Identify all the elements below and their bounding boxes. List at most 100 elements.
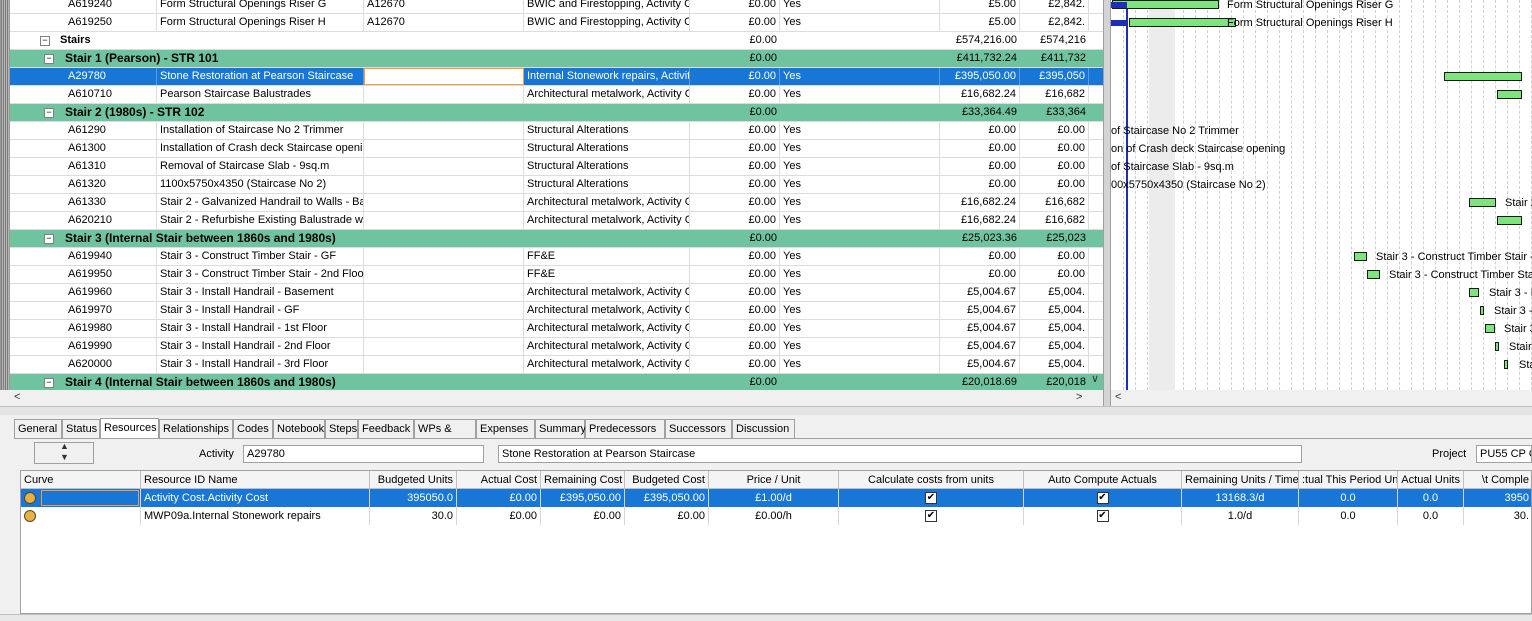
cell-c8[interactable]: £16,682	[1020, 212, 1089, 229]
cell-id[interactable]: A29780	[65, 68, 157, 85]
cell-c6[interactable]: Yes	[780, 140, 940, 157]
column-header[interactable]: Actual Cost	[457, 471, 541, 489]
cell-c7[interactable]: £5,004.67	[940, 338, 1020, 355]
resource-cell-name[interactable]: Activity Cost.Activity Cost	[141, 489, 370, 507]
cell-c7[interactable]: £0.00	[940, 158, 1020, 175]
cell-c5[interactable]: £0.00	[690, 158, 780, 175]
cell-c8[interactable]: £16,682	[1020, 86, 1089, 103]
column-header[interactable]: Remaining Units / Time	[1182, 471, 1299, 489]
gantt-bar[interactable]	[1129, 18, 1236, 27]
cell-c6[interactable]: Yes	[780, 320, 940, 337]
pane-splitter[interactable]	[1103, 0, 1111, 406]
tab-summary[interactable]: Summary	[535, 419, 586, 438]
cell-c3[interactable]	[364, 122, 524, 139]
chevron-left-icon[interactable]: <	[1115, 391, 1121, 403]
cell-c6[interactable]: Yes	[780, 158, 940, 175]
wbs-group-row[interactable]: − Stair 2 (1980s) - STR 102 £0.00 £33,364.4…	[10, 104, 1103, 122]
cell-c6[interactable]: Yes	[780, 356, 940, 373]
cell-name[interactable]: Stair 2 - Refurbishe Existing Balustrade…	[157, 212, 364, 229]
cell-name[interactable]: Stair 3 - Construct Timber Stair - GF	[157, 248, 364, 265]
gantt-bar[interactable]	[1469, 288, 1479, 297]
collapse-icon[interactable]: −	[44, 378, 54, 388]
cell-c8[interactable]: £16,682	[1020, 194, 1089, 211]
cell-c6[interactable]: Yes	[780, 68, 940, 85]
cell-c6[interactable]: Yes	[780, 122, 940, 139]
cell-c5[interactable]: £0.00	[690, 176, 780, 193]
cell-c7[interactable]: £5,004.67	[940, 284, 1020, 301]
cell-c5[interactable]: £0.00	[690, 302, 780, 319]
cell-c4[interactable]: FF&E	[524, 248, 690, 265]
cell-c6[interactable]: Yes	[780, 302, 940, 319]
resource-cell-budgeted_cost[interactable]: £0.00	[625, 507, 709, 525]
resource-cell-at_complete[interactable]: 3950	[1464, 489, 1531, 507]
cell-c6[interactable]: Yes	[780, 176, 940, 193]
chevron-down-icon[interactable]: ∨	[1091, 372, 1099, 385]
cell-c5[interactable]: £0.00	[690, 248, 780, 265]
cell-c3[interactable]	[364, 176, 524, 193]
column-header[interactable]: Resource ID Name	[141, 471, 370, 489]
resource-cell-actual_cost[interactable]: £0.00	[457, 507, 541, 525]
activity-row[interactable]: A619250 Form Structural Openings Riser HA…	[10, 14, 1103, 32]
cell-c3[interactable]	[364, 140, 524, 157]
activity-row[interactable]: A61290 Installation of Staircase No 2 Tri…	[10, 122, 1103, 140]
cell-c7[interactable]: £0.00	[940, 248, 1020, 265]
cell-c3[interactable]	[364, 266, 524, 283]
gantt-chart[interactable]: Form Structural Openings Riser G Form Str…	[1111, 0, 1532, 390]
calculate-costs-checkbox[interactable]: ✔	[839, 507, 1024, 525]
cell-id[interactable]: A619950	[65, 266, 157, 283]
tab-relationships[interactable]: Relationships	[159, 419, 233, 438]
cell-c7[interactable]: £5.00	[940, 14, 1020, 31]
gantt-bar[interactable]	[1497, 90, 1522, 99]
column-header[interactable]: Budgeted Units	[370, 471, 457, 489]
cell-name[interactable]: Pearson Staircase Balustrades	[157, 86, 364, 103]
resource-cell-atp[interactable]: 0.0	[1299, 489, 1398, 507]
cell-c8[interactable]: £0.00	[1020, 266, 1089, 283]
cell-c5[interactable]: £0.00	[690, 0, 780, 13]
resource-cell-budgeted_units[interactable]: 395050.0	[370, 489, 457, 507]
grid-horizontal-scrollbar[interactable]: < >	[10, 390, 1103, 406]
resource-cell-name[interactable]: MWP09a.Internal Stonework repairs	[141, 507, 370, 525]
cell-c5[interactable]: £0.00	[690, 68, 780, 85]
auto-compute-checkbox[interactable]: ✔	[1024, 489, 1182, 507]
collapse-icon[interactable]: −	[44, 234, 54, 244]
column-header[interactable]: Auto Compute Actuals	[1024, 471, 1182, 489]
cell-c7[interactable]: £16,682.24	[940, 194, 1020, 211]
cell-name[interactable]: Stair 3 - Install Handrail - Basement	[157, 284, 364, 301]
resource-cell-remaining_cost[interactable]: £0.00	[541, 507, 625, 525]
row-navigator[interactable]: ▲ ▼	[34, 441, 94, 464]
resource-cell-budgeted_units[interactable]: 30.0	[370, 507, 457, 525]
cell-id[interactable]: A619240	[65, 0, 157, 13]
resource-cell-actual_units[interactable]: 0.0	[1398, 507, 1464, 525]
cell-c8[interactable]: £0.00	[1020, 140, 1089, 157]
collapse-icon[interactable]: −	[40, 36, 50, 46]
cell-c8[interactable]: £0.00	[1020, 122, 1089, 139]
cell-id[interactable]: A610710	[65, 86, 157, 103]
cell-c8[interactable]: £5,004.	[1020, 302, 1089, 319]
cell-c4[interactable]: Structural Alterations	[524, 176, 690, 193]
cell-id[interactable]: A619250	[65, 14, 157, 31]
resource-cell-budgeted_cost[interactable]: £395,050.00	[625, 489, 709, 507]
cell-name[interactable]: Stair 2 - Galvanized Handrail to Walls -…	[157, 194, 364, 211]
activity-row[interactable]: A619980 Stair 3 - Install Handrail - 1st …	[10, 320, 1103, 338]
project-field[interactable]: PU55 CP C(	[1476, 445, 1532, 463]
chevron-up-icon[interactable]: ▲	[60, 441, 69, 451]
cell-name[interactable]: Installation of Crash deck Staircase ope…	[157, 140, 364, 157]
wbs-group-row[interactable]: − Stair 3 (Internal Stair between 1860s a…	[10, 230, 1103, 248]
cell-c8[interactable]: £395,050	[1020, 68, 1089, 85]
cell-c8[interactable]: £2,842.	[1020, 0, 1089, 13]
cell-c7[interactable]: £395,050.00	[940, 68, 1020, 85]
cell-c7[interactable]: £0.00	[940, 140, 1020, 157]
cell-c4[interactable]: Internal Stonework repairs, Activit	[524, 68, 690, 85]
cell-name[interactable]: Removal of Staircase Slab - 9sq.m	[157, 158, 364, 175]
cell-name[interactable]: 1100x5750x4350 (Staircase No 2)	[157, 176, 364, 193]
cell-c8[interactable]: £0.00	[1020, 158, 1089, 175]
grid-vertical-scrollbar[interactable]: ∨	[1089, 0, 1103, 390]
cell-c3[interactable]	[364, 320, 524, 337]
tab-discussion[interactable]: Discussion	[732, 419, 795, 438]
cell-c3[interactable]	[364, 68, 524, 85]
cell-c7[interactable]: £5,004.67	[940, 320, 1020, 337]
cell-c8[interactable]: £5,004.	[1020, 284, 1089, 301]
cell-c3[interactable]	[364, 212, 524, 229]
tab-wps-docs[interactable]: WPs & Docs	[414, 419, 476, 453]
cell-name[interactable]: Form Structural Openings Riser G	[157, 0, 364, 13]
